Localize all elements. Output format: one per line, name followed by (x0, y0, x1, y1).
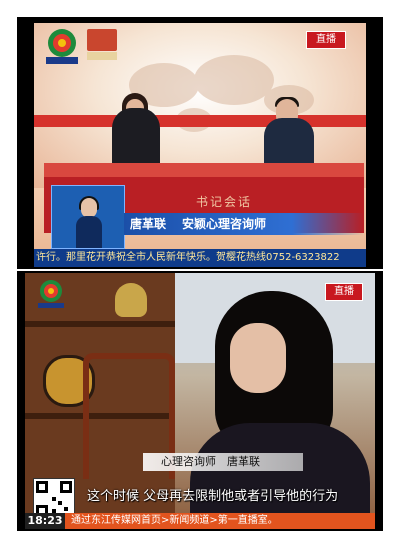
ticker-text: 许行。那里花开恭祝全市人民新年快乐。贺樱花热线0752-6323822 (36, 252, 340, 263)
studio-broadcast-screen: 直播 书记会话 唐革联 安颖心理咨询师 许行。那里花开恭祝全市人民新年快乐。贺樱… (34, 23, 366, 267)
bottom-ticker: 18:23 通过东江传媒网首页>新闻频道>第一直播室。 (25, 513, 375, 529)
live-badge: 直播 (306, 31, 346, 49)
desk-text: 书记会话 (195, 195, 252, 209)
channel-logo (46, 29, 78, 64)
news-ticker: 许行。那里花开恭祝全市人民新年快乐。贺樱花热线0752-6323822 (34, 249, 366, 267)
guest-title: 安颖心理咨询师 (182, 217, 267, 231)
guest-name: 唐革联 (130, 217, 167, 231)
top-video-frame: 直播 书记会话 唐革联 安颖心理咨询师 许行。那里花开恭祝全市人民新年快乐。贺樱… (17, 17, 383, 269)
name-caption-bar: 心理咨询师 唐革联 (143, 453, 303, 471)
program-logo-strip (87, 52, 117, 60)
live-badge: 直播 (325, 283, 363, 301)
name-caption: 心理咨询师 唐革联 (161, 455, 260, 468)
signer-face (81, 198, 97, 218)
program-logo (87, 29, 117, 51)
lower-third-caption: 唐革联 安颖心理咨询师 (124, 213, 364, 235)
interviewee-face (230, 323, 286, 393)
bottom-ticker-text: 通过东江传媒网首页>新闻频道>第一直播室。 (71, 515, 278, 526)
shelf-rail (25, 321, 175, 327)
studio-red-stripe (34, 115, 366, 127)
interview-screen: 直播 心理咨询师 唐革联 这个时候 父母再去限制他或者引导他的行为 18:23 … (25, 273, 375, 529)
clock: 18:23 (25, 513, 65, 529)
channel-logo (38, 280, 64, 308)
signer-body (76, 216, 102, 248)
sign-language-inset (51, 185, 125, 249)
desk-top (44, 163, 364, 177)
vase (115, 283, 147, 317)
bottom-video-frame: 直播 心理咨询师 唐革联 这个时候 父母再去限制他或者引导他的行为 18:23 … (17, 271, 383, 531)
subtitle: 这个时候 父母再去限制他或者引导他的行为 (87, 489, 339, 504)
